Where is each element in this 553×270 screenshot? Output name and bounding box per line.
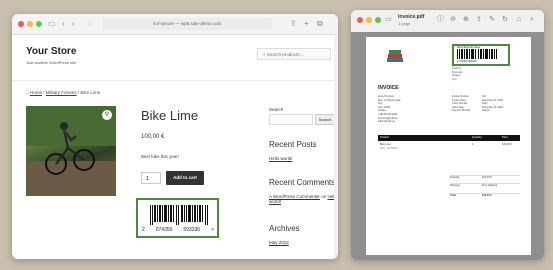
shipping-row: Shipping Free shipping <box>450 183 520 187</box>
zoom-in-icon[interactable]: ⊕ <box>463 15 469 25</box>
product-price: 100,00 € <box>141 134 165 140</box>
info-icon[interactable]: ⓘ <box>437 15 444 25</box>
ship-to-block: Address Postcode Ukraine Kyiv <box>452 67 463 81</box>
browser-toolbar: ▭ ‹ › ◌ not-secure — wp5.sale-demo.com ⇪… <box>12 14 338 35</box>
share-icon[interactable]: ⇪ <box>290 18 297 30</box>
viewer-zoom-button[interactable] <box>375 17 381 23</box>
breadcrumb: ⌂ Home / Military Forums / Bike Lime <box>26 90 101 95</box>
product-barcode: 2 074350 593336 > <box>136 198 219 238</box>
recent-comments-heading: Recent Comments <box>269 178 336 187</box>
browser-window: ▭ ‹ › ◌ not-secure — wp5.sale-demo.com ⇪… <box>12 14 338 259</box>
invoice-page: Store Barcode Name 2 074350 593336 Addre… <box>366 37 531 255</box>
recent-comment: A WordPress Commenter on Hello world! <box>269 194 338 204</box>
items-table-header: Product Quantity Price <box>378 135 520 141</box>
site-title[interactable]: Your Store <box>26 46 76 57</box>
breadcrumb-home[interactable]: Home <box>30 90 42 95</box>
subtotal-row: Subtotal 100,00 € <box>450 175 520 179</box>
invoice-heading: INVOICE <box>378 85 399 91</box>
close-window-button[interactable] <box>18 21 24 27</box>
viewer-minimize-button[interactable] <box>366 17 372 23</box>
forward-icon[interactable]: › <box>72 18 75 30</box>
breadcrumb-current: Bike Lime <box>80 90 101 95</box>
viewer-close-button[interactable] <box>357 17 363 23</box>
minimize-window-button[interactable] <box>27 21 33 27</box>
page-count: 1 page <box>398 21 411 26</box>
recent-post-link[interactable]: Hello world! <box>269 156 293 161</box>
recent-posts-heading: Recent Posts <box>269 140 317 149</box>
site-tagline: Just another WordPress site <box>26 60 77 65</box>
books-logo-icon <box>387 50 403 62</box>
add-to-cart-button[interactable]: Add to cart <box>166 171 204 185</box>
product-title: Bike Lime <box>141 108 199 123</box>
share-icon[interactable]: ⇪ <box>476 15 482 25</box>
highlight-icon[interactable]: ✎ <box>489 15 495 25</box>
barcode-bars <box>150 205 208 225</box>
sidebar-toggle-icon[interactable]: ▭ <box>48 18 56 30</box>
product-description: Best bike this year! <box>141 154 180 159</box>
meta-row: Payment Method: Paypal <box>452 109 490 113</box>
breadcrumb-category[interactable]: Military Forums <box>46 90 77 95</box>
cyclist-photo <box>26 106 116 196</box>
sidebar-icon[interactable]: ▭ <box>385 15 392 25</box>
back-icon[interactable]: ‹ <box>62 18 65 30</box>
shield-icon[interactable]: ◌ <box>88 18 93 30</box>
barcode-digits: 2 074350 593336 > <box>142 227 214 233</box>
barcode-number: 2 074350 593336 <box>457 60 477 63</box>
sidebar-search-button[interactable]: Search <box>315 114 335 125</box>
billing-address: Anna Hromova Kiev 14 Zhytomyrska Kyiv Ky… <box>378 95 401 124</box>
document-title: invoice.pdf <box>398 14 425 20</box>
sidebar-search-input[interactable] <box>269 114 313 125</box>
quantity-input[interactable]: 1 <box>141 172 161 184</box>
invoice-barcode-bars <box>457 49 497 59</box>
address-bar[interactable]: not-secure — wp5.sale-demo.com <box>102 18 272 30</box>
viewer-toolbar: ▭ invoice.pdf 1 page ⓘ ⊖ ⊕ ⇪ ✎ ↻ ⌂ ⌕ <box>351 10 544 33</box>
sidebar-search-label: Search <box>269 107 284 112</box>
product-image[interactable]: ⚲ <box>26 106 116 196</box>
rotate-icon[interactable]: ↻ <box>502 15 508 25</box>
markup-icon[interactable]: ⌂ <box>517 15 521 25</box>
invoice-meta: Invoice Number: 141 Invoice Date: December… <box>452 95 503 113</box>
search-icon[interactable]: ⌕ <box>530 15 534 25</box>
zoom-window-button[interactable] <box>36 21 42 27</box>
header-divider <box>12 80 338 81</box>
invoice-barcode: Store Barcode Name 2 074350 593336 <box>452 44 510 66</box>
pdf-viewer-window: ▭ invoice.pdf 1 page ⓘ ⊖ ⊕ ⇪ ✎ ↻ ⌂ ⌕ Sto… <box>351 10 544 260</box>
search-placeholder: Search products… <box>266 52 305 57</box>
document-canvas[interactable]: Store Barcode Name 2 074350 593336 Addre… <box>351 32 544 260</box>
new-tab-icon[interactable]: + <box>304 18 309 30</box>
scrollbar[interactable] <box>334 36 338 259</box>
archive-link[interactable]: May 2022 <box>269 240 289 245</box>
archives-heading: Archives <box>269 224 300 233</box>
zoom-out-icon[interactable]: ⊖ <box>450 15 456 25</box>
zoom-icon[interactable]: ⚲ <box>102 110 112 120</box>
total-row: Total 100,00 € <box>450 193 520 197</box>
tab-overview-icon[interactable]: ⧉ <box>317 18 323 30</box>
product-search-input[interactable]: ⌕ Search products… <box>257 48 331 60</box>
